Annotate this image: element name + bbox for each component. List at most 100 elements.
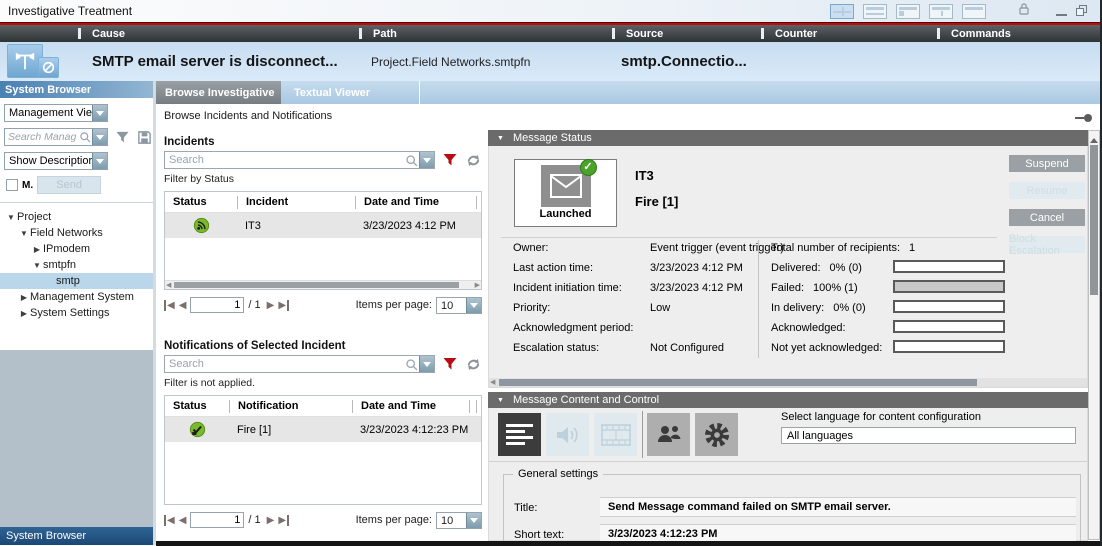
in-delivery-progressbar	[893, 300, 1005, 313]
chevron-down-icon[interactable]	[419, 152, 434, 168]
system-browser-footer-tab[interactable]: System Browser	[0, 527, 153, 545]
chevron-down-icon[interactable]	[92, 153, 107, 169]
message-content-header[interactable]: ▼ Message Content and Control	[488, 392, 1088, 408]
collapse-icon[interactable]: ▼	[497, 397, 504, 404]
incidents-search-input[interactable]	[165, 152, 405, 168]
tree-collapsed-icon[interactable]: ▶	[18, 293, 30, 302]
minimize-icon[interactable]	[1056, 14, 1067, 16]
chevron-down-icon[interactable]	[92, 129, 107, 145]
incidents-page-input[interactable]	[190, 297, 244, 313]
notification-datetime: 3/23/2023 4:12:23 PM	[352, 424, 481, 436]
title-value[interactable]: Send Message command failed on SMTP emai…	[600, 497, 1076, 517]
tree-collapsed-icon[interactable]: ▶	[31, 245, 43, 254]
unpin-icon[interactable]	[1075, 114, 1092, 122]
language-select[interactable]: All languages	[781, 427, 1076, 444]
chevron-down-icon[interactable]	[419, 356, 434, 372]
incidents-search[interactable]	[164, 151, 435, 169]
event-row[interactable]: SMTP email server is disconnect... Proje…	[0, 42, 1100, 81]
last-page-icon[interactable]: ▶	[278, 515, 289, 526]
tab-browse-investigative[interactable]: Browse Investigative	[156, 81, 281, 104]
layout-left-main-icon[interactable]	[896, 4, 920, 19]
cancel-button[interactable]: Cancel	[1009, 209, 1085, 226]
tree-item-system-settings[interactable]: ▶System Settings	[0, 305, 153, 321]
incidents-hscrollbar[interactable]: ◀▶	[165, 280, 481, 289]
tree-item-ipmodem[interactable]: ▶IPmodem	[0, 241, 153, 257]
refresh-icon[interactable]	[465, 152, 482, 169]
prev-page-icon[interactable]: ◀	[179, 300, 187, 311]
block-escalation-button[interactable]: Block Escalation	[1009, 236, 1085, 253]
toolbar-divider	[642, 411, 643, 458]
suspend-button[interactable]: Suspend	[1009, 155, 1085, 172]
lock-icon[interactable]	[1018, 2, 1030, 21]
filter-icon[interactable]	[115, 130, 130, 145]
failed-progressbar	[893, 280, 1005, 293]
incidents-items-per-page-select[interactable]: 10	[436, 297, 482, 314]
notifications-items-per-page-select[interactable]: 10	[436, 512, 482, 529]
vertical-scrollbar[interactable]	[1088, 130, 1100, 540]
settings-tab[interactable]	[695, 413, 738, 456]
incidents-column: Incidents	[164, 130, 482, 545]
send-button[interactable]: Send	[37, 176, 101, 194]
recipients-tab[interactable]	[647, 413, 690, 456]
text-content-tab[interactable]	[498, 413, 541, 456]
filter-icon[interactable]	[442, 356, 458, 372]
scrollbar-thumb[interactable]	[1090, 145, 1098, 295]
filter-icon[interactable]	[442, 152, 458, 168]
tree-item-project[interactable]: ▼Project	[0, 209, 153, 225]
tree-item-smtpfn[interactable]: ▼smtpfn	[0, 257, 153, 273]
prev-page-icon[interactable]: ◀	[179, 515, 187, 526]
sidebar-filler	[0, 350, 153, 527]
notifications-page-total: / 1	[248, 514, 260, 526]
next-page-icon[interactable]: ▶	[267, 515, 275, 526]
tab-textual-viewer[interactable]: Textual Viewer	[281, 81, 420, 104]
tree-item-field-networks[interactable]: ▼Field Networks	[0, 225, 153, 241]
tree-collapsed-icon[interactable]: ▶	[18, 309, 30, 318]
investigative-treatment-window: Investigative Treatment Cause Path Sourc…	[0, 0, 1102, 546]
incident-row[interactable]: IT3 3/23/2023 4:12 PM	[165, 213, 481, 238]
tree-expanded-icon[interactable]: ▼	[18, 229, 30, 238]
notification-row[interactable]: Fire [1] 3/23/2023 4:12:23 PM	[165, 417, 481, 442]
layout-top-bottom-icon[interactable]	[863, 4, 887, 19]
tree-expanded-icon[interactable]: ▼	[31, 261, 43, 270]
sidebar-search-input[interactable]	[5, 129, 79, 145]
layout-four-pane-icon[interactable]	[830, 4, 854, 19]
incidents-table-header: Status Incident Date and Time	[165, 192, 481, 213]
video-content-tab[interactable]	[594, 413, 637, 456]
chevron-down-icon[interactable]	[92, 105, 107, 121]
layout-single-icon[interactable]	[962, 4, 986, 19]
scroll-up-icon[interactable]	[1090, 134, 1098, 143]
notification-status-check-icon	[165, 421, 229, 438]
film-icon	[601, 424, 631, 446]
first-page-icon[interactable]: ◀	[164, 515, 175, 526]
save-icon[interactable]	[137, 130, 152, 145]
notifications-page-input[interactable]	[190, 512, 244, 528]
next-page-icon[interactable]: ▶	[267, 300, 275, 311]
view-selector[interactable]: Management Vie	[4, 104, 108, 122]
col-counter: Counter	[775, 28, 817, 40]
audio-content-tab[interactable]	[546, 413, 589, 456]
collapse-icon[interactable]: ▼	[497, 135, 504, 142]
message-status-header[interactable]: ▼ Message Status	[488, 130, 1088, 146]
notification-name: Fire [1]	[229, 424, 352, 436]
tree-item-smtp[interactable]: smtp	[0, 273, 153, 289]
notifications-search[interactable]	[164, 355, 435, 373]
notifications-pager: ◀ ◀ / 1 ▶ ▶ Items per page: 10	[164, 509, 482, 531]
layout-split-icon[interactable]	[929, 4, 953, 19]
tree-item-management-system[interactable]: ▶Management System	[0, 289, 153, 305]
notifications-search-input[interactable]	[165, 356, 405, 372]
m-checkbox[interactable]	[6, 179, 18, 191]
sidebar-search[interactable]	[4, 128, 108, 146]
message-status-hscrollbar[interactable]: ◀	[489, 378, 1087, 387]
text-lines-icon	[506, 421, 533, 448]
chevron-down-icon[interactable]	[466, 298, 481, 313]
search-icon	[405, 358, 419, 372]
chevron-down-icon[interactable]	[466, 513, 481, 528]
tree-expanded-icon[interactable]: ▼	[5, 213, 17, 222]
description-selector[interactable]: Show Descriptior	[4, 152, 108, 170]
restore-icon[interactable]	[1076, 5, 1088, 17]
field-last-action-time: Last action time:3/23/2023 4:12 PM	[513, 262, 743, 274]
first-page-icon[interactable]: ◀	[164, 300, 175, 311]
resume-button[interactable]: Resume	[1009, 182, 1085, 199]
last-page-icon[interactable]: ▶	[278, 300, 289, 311]
refresh-icon[interactable]	[465, 356, 482, 373]
